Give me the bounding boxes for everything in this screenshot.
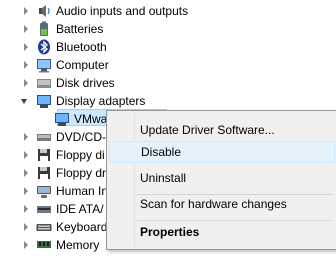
floppy-icon xyxy=(36,165,52,181)
ide-icon xyxy=(36,201,52,217)
tree-item-label: Keyboard xyxy=(56,220,108,234)
floppy-icon xyxy=(36,147,52,163)
display-adapter-icon xyxy=(54,111,70,127)
expand-arrow-icon[interactable] xyxy=(24,205,28,213)
tree-item-label: Display adapters xyxy=(56,94,146,108)
tree-item-batteries[interactable]: Batteries xyxy=(0,20,336,38)
expand-arrow-icon[interactable] xyxy=(24,133,28,141)
tree-item-label: Batteries xyxy=(56,22,104,36)
disk-drive-icon xyxy=(36,75,52,91)
speaker-icon xyxy=(36,3,52,19)
tree-item-label: Floppy dr xyxy=(56,166,107,180)
computer-icon xyxy=(36,57,52,73)
tree-item-bluetooth[interactable]: Bluetooth xyxy=(0,38,336,56)
keyboard-icon xyxy=(36,219,52,235)
tree-item-label: Disk drives xyxy=(56,76,115,90)
bluetooth-icon xyxy=(36,39,52,55)
expand-arrow-icon[interactable] xyxy=(24,169,28,177)
expand-arrow-icon[interactable] xyxy=(24,241,28,249)
tree-item-display-adapters[interactable]: Display adapters xyxy=(0,92,336,110)
tree-item-audio[interactable]: Audio inputs and outputs xyxy=(0,2,336,20)
memory-icon xyxy=(36,237,52,253)
collapse-arrow-icon[interactable] xyxy=(21,99,27,104)
tree-item-computer[interactable]: Computer xyxy=(0,56,336,74)
battery-icon xyxy=(36,21,52,37)
menu-item-properties[interactable]: Properties xyxy=(109,221,335,243)
tree-item-label: IDE ATA/ xyxy=(56,202,104,216)
menu-item-uninstall[interactable]: Uninstall xyxy=(109,167,335,189)
tree-item-label: Audio inputs and outputs xyxy=(56,4,189,18)
tree-item-label: Human In xyxy=(56,184,109,198)
tree-item-label: Bluetooth xyxy=(56,40,107,54)
expand-arrow-icon[interactable] xyxy=(24,7,28,15)
tree-item-disk-drives[interactable]: Disk drives xyxy=(0,74,336,92)
tree-item-label: Floppy di xyxy=(56,148,105,162)
expand-arrow-icon[interactable] xyxy=(24,43,28,51)
expand-arrow-icon[interactable] xyxy=(24,79,28,87)
expand-arrow-icon[interactable] xyxy=(24,223,28,231)
expand-arrow-icon[interactable] xyxy=(24,151,28,159)
tree-item-label: Computer xyxy=(56,58,109,72)
menu-item-disable[interactable]: Disable xyxy=(109,141,335,163)
hid-icon xyxy=(36,183,52,199)
context-menu: Update Driver Software... Disable Uninst… xyxy=(106,110,336,250)
expand-arrow-icon[interactable] xyxy=(24,25,28,33)
menu-item-scan[interactable]: Scan for hardware changes xyxy=(109,193,335,215)
display-adapter-icon xyxy=(36,93,52,109)
expand-arrow-icon[interactable] xyxy=(24,187,28,195)
dvd-icon xyxy=(36,129,52,145)
tree-item-label: Memory xyxy=(56,238,100,252)
tree-item-label: DVD/CD- xyxy=(56,130,106,144)
expand-arrow-icon[interactable] xyxy=(24,61,28,69)
menu-item-update-driver[interactable]: Update Driver Software... xyxy=(109,119,335,141)
